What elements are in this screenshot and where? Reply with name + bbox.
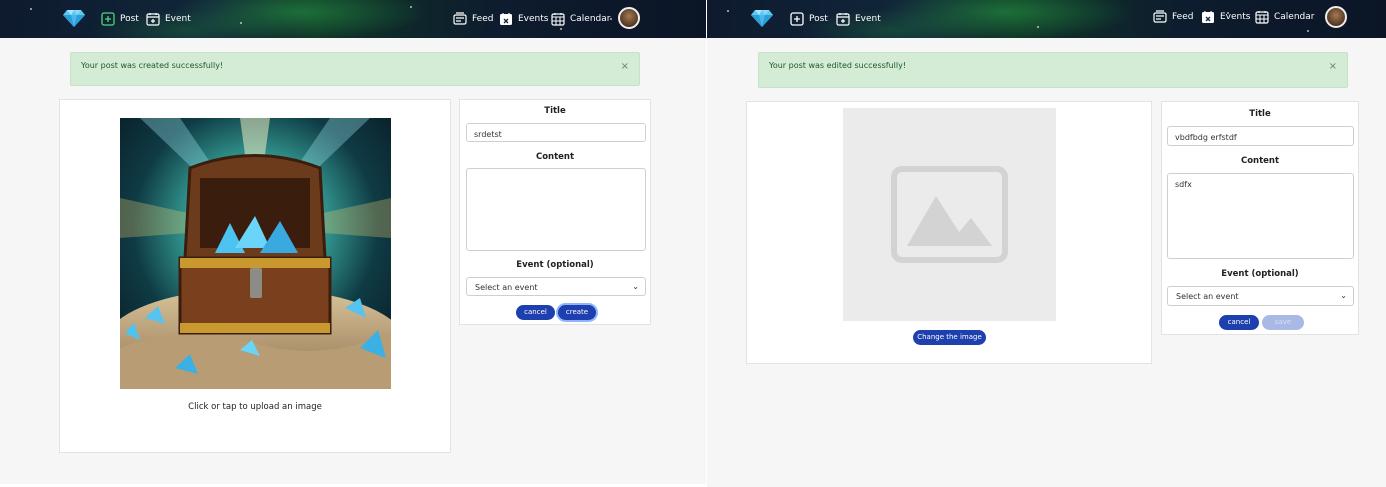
nav-calendar-label: Calendar <box>1274 12 1315 22</box>
calendar-x-icon <box>1202 11 1214 23</box>
alert-message: Your post was edited successfully! <box>769 61 907 70</box>
cancel-button[interactable]: cancel <box>1219 315 1259 330</box>
user-avatar[interactable] <box>1325 6 1347 28</box>
calendar-grid-icon <box>551 13 565 26</box>
post-form-card: Title srdetst Content Event (optional) S… <box>459 99 651 325</box>
title-input[interactable]: vbdfbdg erfstdf <box>1167 126 1354 146</box>
nav-calendar[interactable]: Calendar <box>551 10 610 28</box>
nav-calendar[interactable]: Calendar <box>1255 8 1314 26</box>
calendar-plus-icon <box>836 13 850 26</box>
chevron-down-icon: ⌄ <box>1340 291 1347 300</box>
event-select-value: Select an event <box>1176 292 1239 301</box>
treasure-chest-image[interactable] <box>120 118 391 389</box>
left-screenshot: Post Event Feed Events Calendar Your pos… <box>0 0 706 484</box>
title-input[interactable]: srdetst <box>466 123 646 142</box>
plus-square-icon <box>101 12 115 26</box>
nav-post-label: Post <box>120 14 139 24</box>
calendar-grid-icon <box>1255 11 1269 24</box>
nav-feed-label: Feed <box>472 14 494 24</box>
image-placeholder[interactable] <box>843 108 1056 321</box>
alert-message: Your post was created successfully! <box>81 61 224 70</box>
nav-post[interactable]: Post <box>101 10 139 28</box>
nav-calendar-label: Calendar <box>570 14 611 24</box>
upload-caption: Click or tap to upload an image <box>188 402 322 412</box>
success-alert: Your post was created successfully! × <box>70 52 640 86</box>
nav-feed[interactable]: Feed <box>453 10 493 28</box>
content-textarea[interactable]: sdfx <box>1167 173 1354 259</box>
nav-events[interactable]: Events <box>499 10 548 28</box>
nav-events[interactable]: Events <box>1201 8 1250 26</box>
cancel-button[interactable]: cancel <box>516 305 555 320</box>
feed-icon <box>1153 10 1167 23</box>
nav-event-label: Event <box>855 14 881 24</box>
nav-event-label: Event <box>165 14 191 24</box>
event-select-value: Select an event <box>475 283 538 292</box>
post-form-card: Title vbdfbdg erfstdf Content sdfx Event… <box>1161 101 1359 335</box>
right-screenshot: Post Event Feed Events Calendar Your pos… <box>707 0 1386 487</box>
nav-post-label: Post <box>809 14 828 24</box>
event-select[interactable]: Select an event ⌄ <box>466 277 646 296</box>
calendar-plus-icon <box>146 13 160 26</box>
diamond-logo-icon[interactable] <box>751 9 773 27</box>
nav-feed[interactable]: Feed <box>1153 8 1193 26</box>
nav-event[interactable]: Event <box>836 10 881 28</box>
feed-icon <box>453 12 467 25</box>
event-label: Event (optional) <box>516 260 594 270</box>
alert-close-button[interactable]: × <box>621 61 629 72</box>
nav-events-label: Events <box>1220 12 1251 22</box>
user-avatar[interactable] <box>618 7 640 29</box>
content-label: Content <box>1240 156 1280 166</box>
image-placeholder-icon <box>891 166 1008 263</box>
calendar-x-icon <box>500 13 512 25</box>
event-select[interactable]: Select an event ⌄ <box>1167 286 1354 306</box>
nav-event[interactable]: Event <box>146 10 191 28</box>
nav-events-label: Events <box>518 14 549 24</box>
navbar: Post Event Feed Events Calendar <box>0 0 706 38</box>
change-image-button[interactable]: Change the image <box>913 330 986 345</box>
content-label: Content <box>535 152 575 162</box>
success-alert: Your post was edited successfully! × <box>758 52 1348 88</box>
plus-square-icon <box>790 12 804 26</box>
nav-feed-label: Feed <box>1172 12 1194 22</box>
navbar: Post Event Feed Events Calendar <box>707 0 1386 38</box>
event-label: Event (optional) <box>1221 269 1299 279</box>
nav-post[interactable]: Post <box>790 10 828 28</box>
title-label: Title <box>1249 109 1271 119</box>
title-label: Title <box>544 106 566 116</box>
alert-close-button[interactable]: × <box>1329 61 1337 72</box>
chevron-down-icon: ⌄ <box>632 282 639 291</box>
create-button[interactable]: create <box>558 305 596 320</box>
diamond-logo-icon[interactable] <box>63 9 85 27</box>
save-button[interactable]: save <box>1262 315 1304 330</box>
image-card: Change the image <box>746 101 1152 364</box>
content-textarea[interactable] <box>466 168 646 251</box>
image-upload-card[interactable]: Click or tap to upload an image <box>59 99 451 453</box>
